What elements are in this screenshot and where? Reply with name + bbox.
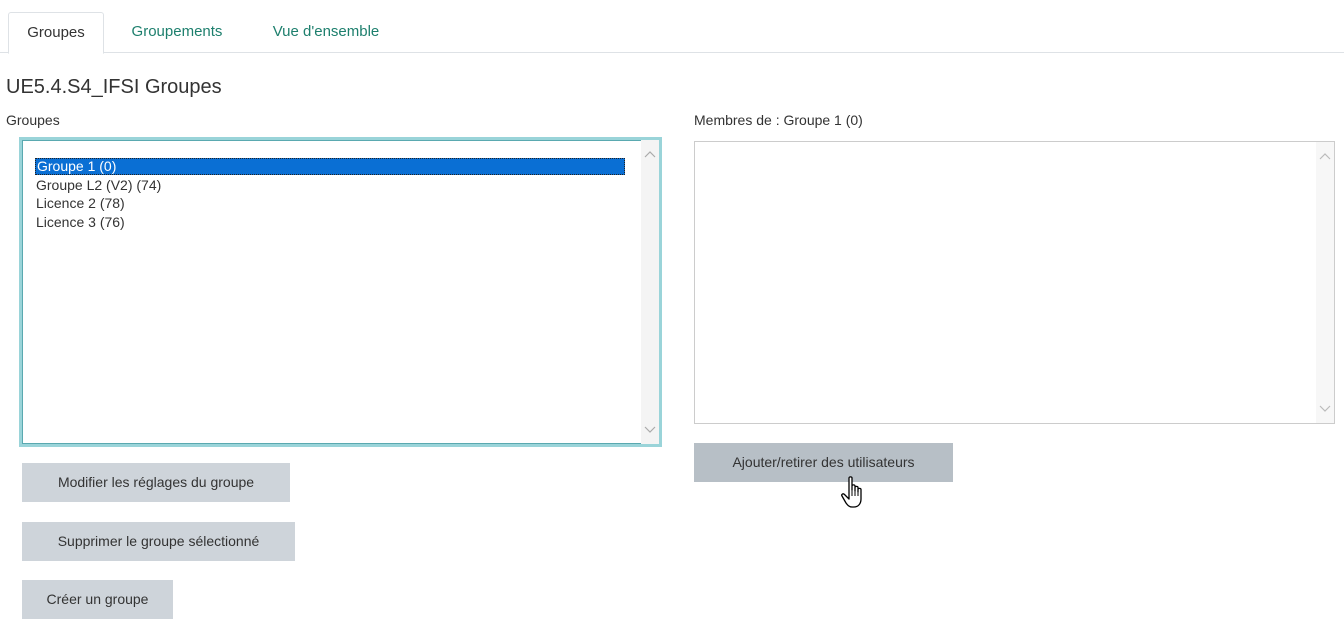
tab-groupes[interactable]: Groupes [8,12,104,54]
groups-listbox[interactable]: Groupe 1 (0) Groupe L2 (V2) (74) Licence… [19,137,662,447]
tab-vue-ensemble[interactable]: Vue d'ensemble [252,12,400,54]
group-option-groupe-l2[interactable]: Groupe L2 (V2) (74) [36,177,161,194]
tab-groupements[interactable]: Groupements [112,12,242,54]
chevron-down-icon[interactable] [1319,405,1331,415]
groups-label: Groupes [6,112,60,128]
group-option-licence-3[interactable]: Licence 3 (76) [36,214,125,231]
chevron-up-icon[interactable] [1319,152,1331,162]
chevron-up-icon[interactable] [644,150,656,160]
edit-group-button[interactable]: Modifier les réglages du groupe [22,463,290,502]
group-option-groupe-1[interactable]: Groupe 1 (0) [35,158,625,175]
members-label: Membres de : Groupe 1 (0) [694,112,863,128]
groups-scrollbar[interactable] [641,140,659,444]
create-group-button[interactable]: Créer un groupe [22,580,173,619]
page-title: UE5.4.S4_IFSI Groupes [6,76,222,98]
hand-pointer-icon [840,475,870,511]
add-remove-users-button[interactable]: Ajouter/retirer des utilisateurs [694,443,953,482]
members-scrollbar[interactable] [1316,142,1334,423]
delete-group-button[interactable]: Supprimer le groupe sélectionné [22,522,295,561]
chevron-down-icon[interactable] [644,426,656,436]
group-option-licence-2[interactable]: Licence 2 (78) [36,195,125,212]
members-listbox[interactable] [694,141,1335,424]
tab-bar: Groupes Groupements Vue d'ensemble [0,0,1344,54]
